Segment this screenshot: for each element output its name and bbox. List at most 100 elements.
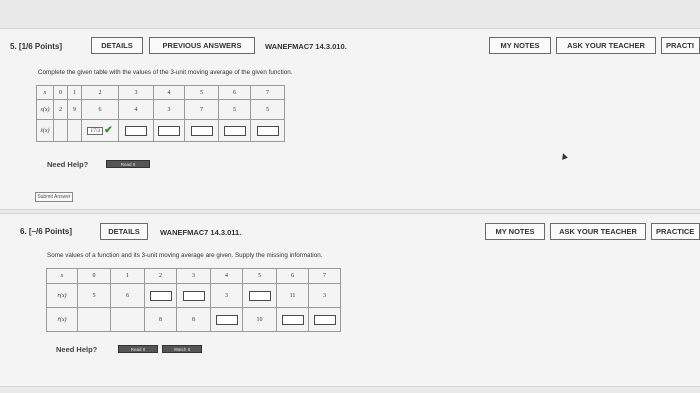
- x-cell: 3: [176, 268, 211, 284]
- points-label: [–/6 Points]: [28, 227, 73, 236]
- instruction-text: Some values of a function and its 3-unit…: [47, 252, 323, 259]
- x-label: x: [36, 85, 54, 100]
- question-number: 5. [1/6 Points]: [10, 42, 63, 51]
- avg-cell: 8: [144, 307, 177, 332]
- ask-teacher-button[interactable]: ASK YOUR TEACHER: [556, 37, 656, 54]
- x-cell: 4: [210, 268, 243, 284]
- answer-input[interactable]: [125, 125, 147, 136]
- avg-cell: [110, 307, 145, 332]
- avg-cell: [118, 119, 154, 142]
- fx-cell: 9: [67, 99, 82, 120]
- x-cell: 4: [153, 85, 185, 100]
- fx-cell: 3: [210, 283, 243, 308]
- fx-cell: 6: [81, 99, 119, 120]
- avg-cell: [210, 307, 243, 332]
- details-button[interactable]: DETAILS: [91, 37, 143, 54]
- avg-cell: [153, 119, 185, 142]
- x-cell: 6: [276, 268, 309, 284]
- answer-input[interactable]: [158, 125, 180, 136]
- fx-cell: 3: [153, 99, 185, 120]
- checkmark-icon: ✔: [104, 125, 113, 136]
- fx-label: s(x): [36, 99, 54, 120]
- x-cell: 1: [67, 85, 82, 100]
- fx-cell: 5: [250, 99, 285, 120]
- avg-cell: [53, 119, 68, 142]
- submit-answer-button[interactable]: Submit Answer: [35, 192, 73, 202]
- answer-input[interactable]: [248, 290, 271, 301]
- practice-button[interactable]: PRACTI: [661, 37, 700, 54]
- avg-label: r̄(x): [46, 307, 78, 332]
- read-it-button[interactable]: Read It: [106, 160, 150, 168]
- fx-cell: 5: [218, 99, 251, 120]
- practice-button[interactable]: PRACTICE: [651, 223, 700, 240]
- answer-input[interactable]: [190, 125, 213, 136]
- x-cell: 2: [81, 85, 119, 100]
- avg-cell: 10: [242, 307, 277, 332]
- answer-input[interactable]: [313, 314, 336, 325]
- fx-label: r(x): [46, 283, 78, 308]
- x-row: x 0 1 2 3 4 5 6 7: [36, 85, 285, 100]
- avg-cell: [218, 119, 251, 142]
- fx-cell: 6: [110, 283, 145, 308]
- details-button[interactable]: DETAILS: [100, 223, 148, 240]
- fx-cell: 11: [276, 283, 309, 308]
- question-6-panel: 6. [–/6 Points] DETAILS WANEFMAC7 14.3.0…: [0, 213, 700, 387]
- source-label: WANEFMAC7 14.3.011.: [160, 228, 242, 237]
- x-cell: 2: [144, 268, 177, 284]
- x-cell: 7: [308, 268, 341, 284]
- question-number: 6. [–/6 Points]: [20, 227, 73, 236]
- x-row: x 0 1 2 3 4 5 6 7: [46, 268, 341, 284]
- answer-input[interactable]: [223, 125, 246, 136]
- avg-cell: [184, 119, 219, 142]
- fx-cell: 5: [77, 283, 111, 308]
- read-it-button[interactable]: Read It: [118, 345, 158, 353]
- points-label: [1/6 Points]: [18, 42, 63, 51]
- answer-input[interactable]: [182, 290, 205, 301]
- source-label: WANEFMAC7 14.3.010.: [265, 42, 347, 51]
- my-notes-button[interactable]: MY NOTES: [485, 223, 545, 240]
- x-cell: 0: [53, 85, 68, 100]
- x-cell: 0: [77, 268, 111, 284]
- avg-cell: [250, 119, 285, 142]
- ask-teacher-button[interactable]: ASK YOUR TEACHER: [550, 223, 646, 240]
- watch-it-button[interactable]: Watch It: [162, 345, 202, 353]
- avg-cell: [308, 307, 341, 332]
- avg-label: s̄(x): [36, 119, 54, 142]
- answer-input[interactable]: [256, 125, 279, 136]
- fx-cell: 7: [184, 99, 219, 120]
- fx-cell: 2: [53, 99, 68, 120]
- fx-cell: 4: [118, 99, 154, 120]
- fx-cell: 3: [308, 283, 341, 308]
- x-cell: 5: [184, 85, 219, 100]
- x-cell: 6: [218, 85, 251, 100]
- fx-row: r(x) 5 6 3 11 3: [46, 283, 341, 308]
- answer-input[interactable]: [149, 290, 172, 301]
- previous-answers-button[interactable]: PREVIOUS ANSWERS: [149, 37, 255, 54]
- answer-input[interactable]: [215, 314, 238, 325]
- avg-cell: [77, 307, 111, 332]
- avg-cell: 17/3 ✔: [81, 119, 119, 142]
- avg-cell: [67, 119, 82, 142]
- x-cell: 7: [250, 85, 285, 100]
- moving-average-table: x 0 1 2 3 4 5 6 7 s(x) 2 9 6 4 3 7 5 5 s…: [36, 85, 285, 142]
- avg-row: s̄(x) 17/3 ✔: [36, 119, 285, 142]
- x-cell: 5: [242, 268, 277, 284]
- need-help-label: Need Help?: [47, 160, 89, 169]
- question-5-panel: 5. [1/6 Points] DETAILS PREVIOUS ANSWERS…: [0, 28, 700, 210]
- moving-average-table: x 0 1 2 3 4 5 6 7 r(x) 5 6 3 11 3 r̄(x) …: [46, 268, 341, 332]
- avg-row: r̄(x) 8 8 10: [46, 307, 341, 332]
- answer-field[interactable]: 17/3: [87, 126, 104, 135]
- answer-input[interactable]: [281, 314, 304, 325]
- x-label: x: [46, 268, 78, 284]
- avg-cell: [276, 307, 309, 332]
- avg-cell: 8: [176, 307, 211, 332]
- fx-row: s(x) 2 9 6 4 3 7 5 5: [36, 99, 285, 120]
- fx-cell: [176, 283, 211, 308]
- fx-cell: [242, 283, 277, 308]
- my-notes-button[interactable]: MY NOTES: [489, 37, 551, 54]
- need-help-label: Need Help?: [56, 345, 98, 354]
- x-cell: 3: [118, 85, 154, 100]
- fx-cell: [144, 283, 177, 308]
- instruction-text: Complete the given table with the values…: [38, 69, 293, 76]
- x-cell: 1: [110, 268, 145, 284]
